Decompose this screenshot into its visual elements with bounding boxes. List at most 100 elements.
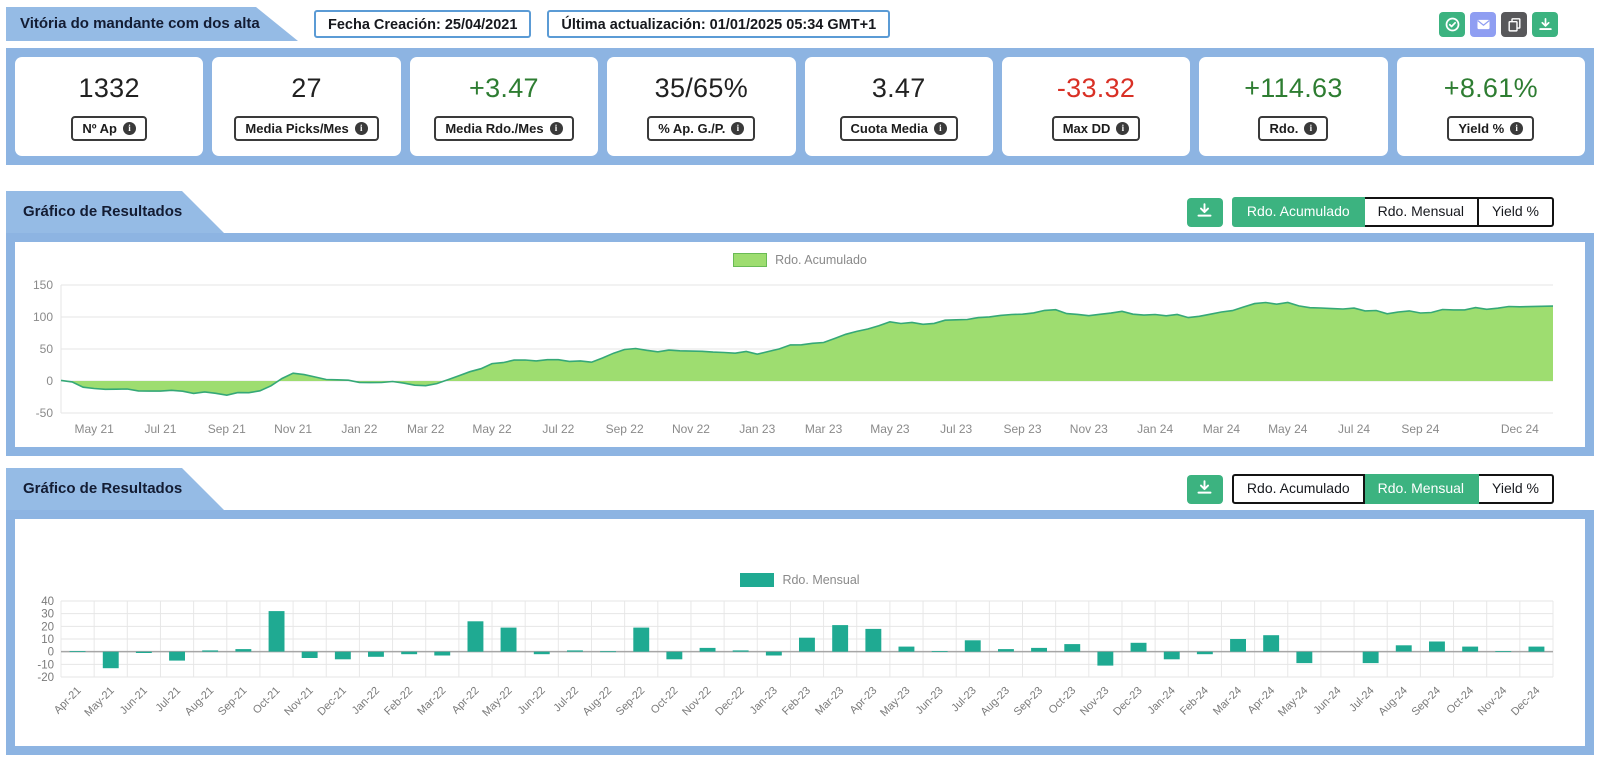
info-icon[interactable]: i — [1304, 121, 1318, 135]
download-button[interactable] — [1532, 11, 1558, 37]
svg-text:Oct-22: Oct-22 — [649, 685, 681, 717]
bar-Oct-23 — [1064, 644, 1081, 652]
bar-Sep-22 — [633, 627, 650, 652]
bar-Sep-23 — [1031, 647, 1047, 652]
copy-button[interactable] — [1501, 11, 1527, 37]
svg-text:Sep-24: Sep-24 — [1410, 685, 1444, 719]
stat-value: 3.47 — [871, 72, 926, 103]
chart-controls: Rdo. Acumulado Rdo. Mensual Yield % — [1186, 197, 1594, 227]
copy-icon — [1506, 16, 1523, 33]
svg-text:Dec-22: Dec-22 — [713, 685, 747, 719]
section-head-acumulado: Gráfico de Resultados Rdo. Acumulado Rdo.… — [6, 191, 1594, 233]
tab-yield[interactable]: Yield % — [1479, 197, 1554, 227]
svg-text:Nov-22: Nov-22 — [680, 685, 714, 719]
svg-text:Jan 22: Jan 22 — [341, 422, 377, 436]
tab-rdo-acumulado[interactable]: Rdo. Acumulado — [1231, 197, 1365, 227]
info-icon[interactable]: i — [549, 121, 563, 135]
bar-Dec-24 — [1528, 646, 1545, 652]
svg-text:Jul-24: Jul-24 — [1347, 685, 1377, 715]
bar-Aug-22 — [600, 651, 616, 653]
tab-rdo-mensual[interactable]: Rdo. Mensual — [1364, 197, 1480, 227]
svg-text:Sep-23: Sep-23 — [1012, 685, 1046, 719]
section-title: Gráfico de Resultados — [6, 191, 224, 233]
header-actions — [1439, 11, 1558, 37]
stat-label-pill[interactable]: Media Picks/Mes i — [234, 115, 379, 141]
cumulative-area-chart: 150 100 50 0 -50 May 21 Jul 21 Sep 21 Nov 21 Jan … — [33, 278, 1554, 436]
bar-Apr-24 — [1263, 635, 1280, 652]
tab-rdo-acumulado[interactable]: Rdo. Acumulado — [1231, 474, 1365, 504]
svg-text:Oct-23: Oct-23 — [1047, 685, 1079, 717]
stat-label-pill[interactable]: Nº Ap i — [71, 115, 147, 141]
stat-label: Media Rdo./Mes — [445, 120, 544, 136]
creation-date-box: Fecha Creación: 25/04/2021 — [314, 10, 532, 38]
bar-Mar-23 — [832, 625, 849, 652]
bar-Jun-22 — [533, 651, 550, 655]
info-icon[interactable]: i — [1510, 121, 1524, 135]
stat-label: Max DD — [1062, 120, 1111, 136]
bar-Dec-23 — [1130, 642, 1147, 652]
svg-text:Jul 24: Jul 24 — [1338, 422, 1370, 436]
section-head-mensual: Gráfico de Resultados Rdo. Acumulado Rdo.… — [6, 468, 1594, 510]
bar-Dec-22 — [732, 650, 749, 652]
svg-text:Feb-24: Feb-24 — [1178, 685, 1211, 718]
mail-button[interactable] — [1470, 11, 1496, 37]
svg-text:Mar-23: Mar-23 — [813, 685, 846, 718]
bar-Aug-21 — [202, 650, 219, 652]
stat-label: Rdo. — [1269, 120, 1299, 136]
chart-legend: Rdo. Acumulado — [15, 242, 1585, 271]
svg-text:Dec-21: Dec-21 — [315, 685, 349, 719]
bar-Jul-23 — [964, 640, 981, 652]
svg-text:Apr-22: Apr-22 — [450, 685, 482, 717]
svg-text:Mar-24: Mar-24 — [1211, 685, 1244, 718]
cumulative-chart-panel: Rdo. Acumulado 150 100 50 0 -50 May 21 Jul 21 S… — [6, 233, 1594, 456]
legend-label: Rdo. Acumulado — [775, 253, 867, 267]
svg-text:150: 150 — [33, 278, 53, 292]
svg-text:40: 40 — [41, 596, 54, 608]
check-circle-button[interactable] — [1439, 11, 1465, 37]
last-update-box: Última actualización: 01/01/2025 05:34 G… — [547, 10, 891, 38]
info-icon[interactable]: i — [1116, 121, 1130, 135]
tipster-dashboard: Vitória do mandante com dos alta Fecha C… — [0, 6, 1600, 766]
svg-text:Nov 21: Nov 21 — [274, 422, 312, 436]
svg-text:Feb-23: Feb-23 — [780, 685, 813, 718]
bar-Jan-22 — [368, 651, 384, 657]
chart-download-button[interactable] — [1186, 197, 1223, 227]
svg-text:Sep 21: Sep 21 — [208, 422, 246, 436]
svg-text:-20: -20 — [37, 672, 54, 684]
stat-card: +8.61% Yield % i — [1396, 57, 1585, 156]
svg-text:May-23: May-23 — [878, 685, 912, 719]
stats-band: 1332 Nº Ap i 27 Media Picks/Mes i +3.47 Media R… — [6, 48, 1594, 165]
svg-text:May 21: May 21 — [74, 422, 114, 436]
svg-text:Aug-22: Aug-22 — [581, 685, 615, 719]
chart-download-button[interactable] — [1186, 474, 1223, 504]
info-icon[interactable]: i — [933, 121, 947, 135]
stat-label-pill[interactable]: Max DD i — [1051, 115, 1141, 141]
svg-text:Jan 23: Jan 23 — [739, 422, 775, 436]
tab-yield[interactable]: Yield % — [1479, 474, 1554, 504]
bar-Jul-22 — [567, 650, 583, 652]
stat-label-pill[interactable]: Cuota Media i — [839, 115, 958, 141]
stat-label-pill[interactable]: Yield % i — [1447, 115, 1535, 141]
stat-card: 35/65% % Ap. G./P. i — [607, 57, 796, 156]
svg-text:Jan-23: Jan-23 — [748, 685, 780, 717]
tab-rdo-mensual[interactable]: Rdo. Mensual — [1364, 474, 1480, 504]
svg-text:Feb-22: Feb-22 — [382, 685, 415, 718]
stat-label-pill[interactable]: Rdo. i — [1258, 115, 1329, 141]
info-icon[interactable]: i — [354, 121, 368, 135]
bar-Aug-23 — [998, 649, 1014, 652]
monthly-chart-panel: Rdo. Mensual 40 30 20 10 0 -10 -20 Apr-21 May-21… — [6, 510, 1594, 755]
svg-text:0: 0 — [46, 374, 53, 388]
svg-text:Apr-24: Apr-24 — [1245, 685, 1277, 717]
stat-value: 27 — [291, 72, 322, 103]
svg-text:Aug-24: Aug-24 — [1376, 685, 1410, 719]
svg-text:100: 100 — [33, 310, 53, 324]
bar-Apr-23 — [865, 628, 882, 652]
stat-label-pill[interactable]: % Ap. G./P. i — [647, 115, 756, 141]
info-icon[interactable]: i — [731, 121, 745, 135]
svg-text:Dec 24: Dec 24 — [1501, 422, 1539, 436]
bar-Apr-22 — [467, 621, 484, 652]
svg-text:Mar 22: Mar 22 — [407, 422, 445, 436]
info-icon[interactable]: i — [122, 121, 136, 135]
stat-label-pill[interactable]: Media Rdo./Mes i — [434, 115, 574, 141]
stat-card: 27 Media Picks/Mes i — [212, 57, 401, 156]
